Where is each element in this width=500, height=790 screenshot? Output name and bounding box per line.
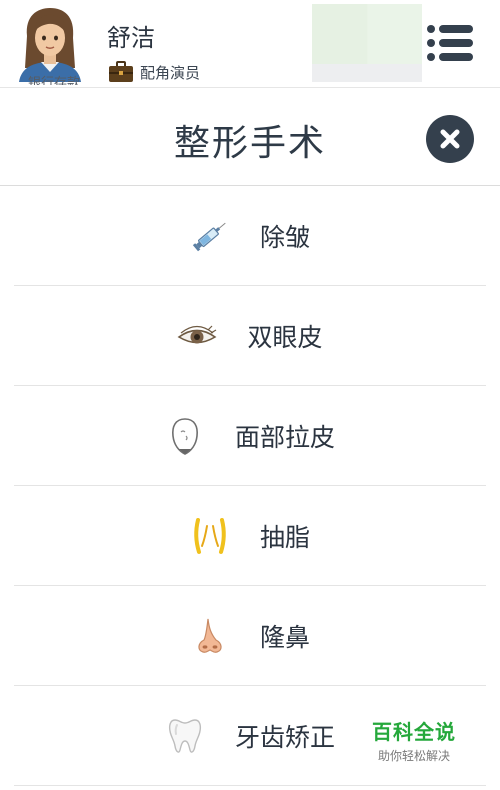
syringe-icon: [190, 216, 230, 256]
title-bar: 整形手术: [0, 88, 500, 186]
procedure-label: 牙齿矫正: [234, 723, 335, 752]
profile-role: 配角演员: [108, 61, 200, 83]
watermark: 百科全说 助你轻松解决: [364, 716, 464, 764]
close-button[interactable]: [426, 115, 474, 163]
procedure-list: 除皱 双眼皮 面部拉皮 抽脂 隆鼻 牙齿矫正: [14, 186, 486, 786]
avatar[interactable]: [17, 6, 83, 82]
banner-strip: [312, 64, 422, 82]
close-icon: [440, 129, 460, 149]
face-outline-icon: [165, 416, 205, 456]
list-item-wrinkle-removal[interactable]: 除皱: [14, 186, 486, 286]
profile-name: 舒洁: [107, 24, 155, 52]
hamburger-menu-icon[interactable]: [425, 24, 475, 62]
page-title: 整形手术: [173, 123, 326, 164]
banner-left-panel: [312, 4, 367, 64]
eye-icon: [177, 316, 217, 356]
liposuction-icon: [190, 516, 230, 556]
briefcase-icon: [109, 61, 133, 82]
list-item-liposuction[interactable]: 抽脂: [14, 486, 486, 586]
procedure-label: 隆鼻: [259, 623, 310, 652]
procedure-label: 双眼皮: [247, 323, 323, 352]
watermark-subtitle: 助你轻松解决: [377, 749, 450, 763]
banner-right-panel: [368, 4, 422, 64]
list-item-facelift[interactable]: 面部拉皮: [14, 386, 486, 486]
bank-deposit-banner[interactable]: [312, 4, 422, 82]
procedure-label: 除皱: [259, 223, 310, 252]
tooth-icon: [165, 716, 205, 756]
list-item-double-eyelid[interactable]: 双眼皮: [14, 286, 486, 386]
list-item-rhinoplasty[interactable]: 隆鼻: [14, 586, 486, 686]
nose-icon: [190, 616, 230, 656]
top-header: 舒洁 配角演员 银行存款: [0, 0, 500, 88]
profile-role-label: 配角演员: [140, 63, 201, 82]
procedure-label: 面部拉皮: [234, 423, 335, 452]
watermark-title: 百科全说: [372, 720, 456, 744]
procedure-label: 抽脂: [259, 523, 310, 552]
